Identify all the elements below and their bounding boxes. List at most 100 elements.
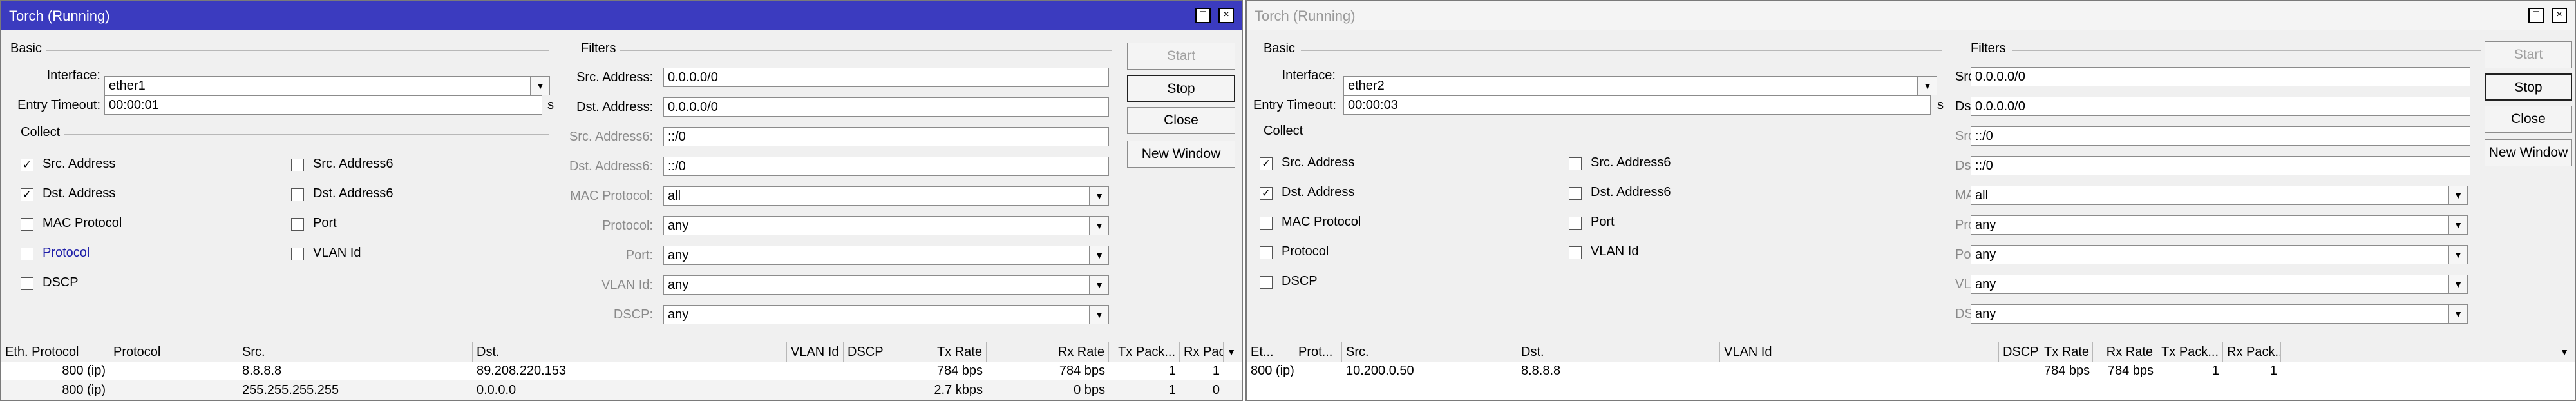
collect-src-address6-checkbox[interactable]	[291, 159, 304, 171]
filter-mac-protocol-dropdown-icon[interactable]: ▼	[2448, 186, 2468, 205]
filter-dscp-field[interactable]: any	[663, 305, 1090, 324]
filter-port-dropdown-icon[interactable]: ▼	[2448, 245, 2468, 264]
table-row[interactable]: 800 (ip) 10.200.0.50 8.8.8.8 784 bps 784 bps…	[1247, 361, 2575, 380]
filter-mac-protocol-label: MAC Protocol:	[570, 189, 653, 203]
column-header[interactable]: VLAN Id	[1720, 342, 1999, 362]
collect-group-title: Collect	[21, 125, 61, 139]
filter-port-field[interactable]: any	[663, 246, 1090, 265]
collect-src-address-checkbox[interactable]: ✓	[1260, 157, 1273, 170]
entry-timeout-input[interactable]: 00:00:01	[104, 95, 542, 115]
collect-vlan-id-checkbox[interactable]	[1569, 246, 1582, 259]
filter-protocol-field[interactable]: any	[1971, 215, 2448, 235]
filter-vlan-id-field[interactable]: any	[1971, 275, 2448, 294]
column-header[interactable]: Prot...	[1294, 342, 1342, 362]
filter-protocol-dropdown-icon[interactable]: ▼	[1090, 216, 1109, 235]
filter-dscp-dropdown-icon[interactable]: ▼	[1090, 305, 1109, 324]
stop-button[interactable]: Stop	[2485, 73, 2572, 101]
table-row[interactable]: 800 (ip) 8.8.8.8 89.208.220.153 784 bps 784 …	[1, 361, 1242, 380]
filter-protocol-field[interactable]: any	[663, 216, 1090, 235]
table-cell: 0	[1212, 383, 1220, 397]
filter-dst-address-field[interactable]: 0.0.0.0/0	[663, 97, 1109, 117]
filter-vlan-id-field[interactable]: any	[663, 275, 1090, 295]
close-button[interactable]: Close	[1127, 107, 1235, 134]
collect-mac-protocol-checkbox[interactable]	[21, 218, 33, 231]
entry-timeout-label: Entry Timeout:	[1253, 98, 1336, 112]
column-header[interactable]: Dst.	[473, 342, 787, 362]
collect-port-checkbox[interactable]	[1569, 217, 1582, 230]
collect-vlan-id-checkbox[interactable]	[291, 248, 304, 260]
stop-button[interactable]: Stop	[1127, 75, 1235, 102]
filter-src-address6-field[interactable]: ::/0	[663, 127, 1109, 146]
close-icon[interactable]: ×	[2552, 8, 2567, 23]
column-header[interactable]: Rx Rate	[987, 342, 1109, 362]
filter-dscp-dropdown-icon[interactable]: ▼	[2448, 304, 2468, 324]
column-header[interactable]: Protocol	[109, 342, 238, 362]
column-header[interactable]: Eth. Protocol	[1, 342, 109, 362]
interface-select[interactable]: ether2	[1343, 76, 1918, 95]
collect-src-address-checkbox[interactable]: ✓	[21, 159, 33, 171]
column-header[interactable]: Src.	[1342, 342, 1517, 362]
column-header[interactable]: Rx Pack...	[2223, 342, 2281, 362]
filter-dscp-field[interactable]: any	[1971, 304, 2448, 324]
table-row[interactable]: 800 (ip) 255.255.255.255 0.0.0.0 2.7 kbps 0 …	[1, 380, 1242, 400]
collect-dst-address-label: Dst. Address	[43, 186, 116, 200]
basic-group-title: Basic	[10, 41, 42, 55]
interface-select[interactable]: ether1	[104, 76, 531, 95]
collect-dst-address6-checkbox[interactable]	[1569, 187, 1582, 200]
filter-dst-address6-field[interactable]: ::/0	[1971, 156, 2470, 175]
table-cell: 784 bps	[2044, 364, 2090, 378]
filter-mac-protocol-dropdown-icon[interactable]: ▼	[1090, 186, 1109, 206]
column-header[interactable]: Tx Rate	[2040, 342, 2093, 362]
filter-dst-address6-field[interactable]: ::/0	[663, 157, 1109, 176]
column-header[interactable]: Tx Pack...	[1109, 342, 1180, 362]
column-menu-icon[interactable]: ▼	[2557, 344, 2572, 360]
filter-src-address-field[interactable]: 0.0.0.0/0	[663, 68, 1109, 87]
filter-protocol-dropdown-icon[interactable]: ▼	[2448, 215, 2468, 235]
filter-src-address-label: Src. Address:	[1955, 70, 2032, 84]
filter-mac-protocol-field[interactable]: all	[663, 186, 1090, 206]
column-header[interactable]: Rx Rate	[2093, 342, 2157, 362]
collect-src-address6-checkbox[interactable]	[1569, 157, 1582, 170]
column-header[interactable]: Dst.	[1517, 342, 1720, 362]
column-header[interactable]: Rx Pack...	[1180, 342, 1224, 362]
maximize-icon[interactable]: □	[2528, 8, 2544, 23]
collect-mac-protocol-checkbox[interactable]	[1260, 217, 1273, 230]
new-window-button[interactable]: New Window	[2485, 139, 2572, 166]
new-window-button[interactable]: New Window	[1127, 141, 1235, 168]
start-button[interactable]: Start	[1127, 43, 1235, 70]
collect-dscp-checkbox[interactable]	[1260, 276, 1273, 289]
filter-mac-protocol-field[interactable]: all	[1971, 186, 2448, 205]
entry-timeout-input[interactable]: 00:00:03	[1343, 95, 1931, 115]
filter-port-field[interactable]: any	[1971, 245, 2448, 264]
filter-dst-address-field[interactable]: 0.0.0.0/0	[1971, 97, 2470, 116]
collect-protocol-checkbox[interactable]	[1260, 246, 1273, 259]
filter-port-dropdown-icon[interactable]: ▼	[1090, 246, 1109, 265]
filter-vlan-id-dropdown-icon[interactable]: ▼	[1090, 275, 1109, 295]
start-button[interactable]: Start	[2485, 41, 2572, 68]
column-header[interactable]: Src.	[238, 342, 473, 362]
collect-protocol-checkbox[interactable]	[21, 248, 33, 260]
column-header[interactable]: DSCP	[1999, 342, 2040, 362]
collect-dst-address6-checkbox[interactable]	[291, 188, 304, 201]
filter-src-address-field[interactable]: 0.0.0.0/0	[1971, 67, 2470, 86]
collect-port-label: Port	[1591, 215, 1615, 229]
table-cell: 800 (ip)	[62, 383, 106, 397]
column-header[interactable]: VLAN Id	[787, 342, 844, 362]
maximize-icon[interactable]: □	[1195, 8, 1211, 23]
close-icon[interactable]: ×	[1218, 8, 1234, 23]
column-header[interactable]: Tx Rate	[900, 342, 987, 362]
collect-port-checkbox[interactable]	[291, 218, 304, 231]
column-header[interactable]: Tx Pack...	[2157, 342, 2223, 362]
interface-dropdown-icon[interactable]: ▼	[531, 76, 550, 95]
column-header[interactable]: Et...	[1247, 342, 1294, 362]
close-button[interactable]: Close	[2485, 106, 2572, 133]
collect-dst-address-checkbox[interactable]: ✓	[21, 188, 33, 201]
filter-src-address6-field[interactable]: ::/0	[1971, 126, 2470, 146]
collect-dscp-checkbox[interactable]	[21, 277, 33, 290]
filter-vlan-id-dropdown-icon[interactable]: ▼	[2448, 275, 2468, 294]
table-cell	[787, 361, 844, 380]
interface-dropdown-icon[interactable]: ▼	[1918, 76, 1937, 95]
column-header[interactable]: DSCP	[844, 342, 900, 362]
collect-dst-address-checkbox[interactable]: ✓	[1260, 187, 1273, 200]
column-menu-icon[interactable]: ▼	[1224, 344, 1239, 360]
